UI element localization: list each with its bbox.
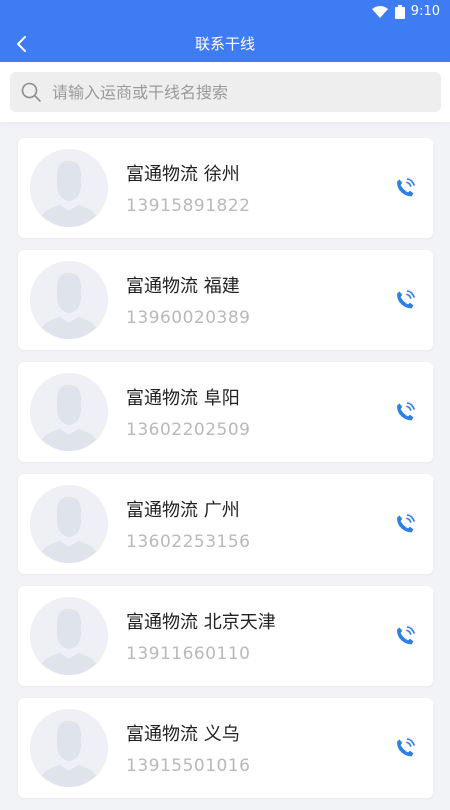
search-input[interactable] (50, 81, 414, 103)
contact-card[interactable]: 富通物流 徐州 13915891822 (18, 138, 433, 238)
contact-phone: 13915891822 (126, 196, 251, 216)
phone-icon (397, 290, 415, 309)
contact-card[interactable]: 富通物流 福建 13960020389 (18, 250, 433, 350)
contact-name: 富通物流 义乌 (126, 724, 240, 745)
nav-bar: 联系干线 (0, 26, 450, 62)
avatar (30, 485, 108, 563)
status-time: 9:10 (410, 4, 440, 19)
call-button[interactable] (391, 510, 419, 538)
contact-list: 富通物流 徐州 13915891822 富通物流 福建 13960020389 (18, 138, 433, 810)
search-bar (0, 62, 450, 122)
phone-icon (397, 626, 415, 645)
search-icon (21, 82, 41, 102)
contact-name: 富通物流 阜阳 (126, 388, 240, 409)
status-bar: 9:10 (0, 0, 450, 26)
call-button[interactable] (391, 174, 419, 202)
contact-card[interactable]: 富通物流 北京天津 13911660110 (18, 586, 433, 686)
phone-icon (397, 738, 415, 757)
page-title: 联系干线 (194, 35, 255, 53)
contact-phone: 13915501016 (126, 756, 251, 776)
contact-name: 富通物流 北京天津 (126, 612, 276, 633)
phone-icon (397, 178, 415, 197)
contact-phone: 13602253156 (126, 532, 251, 552)
battery-icon (394, 4, 405, 19)
contact-phone: 13911660110 (126, 644, 251, 664)
call-button[interactable] (391, 286, 419, 314)
wifi-icon (371, 5, 388, 18)
avatar (30, 597, 108, 675)
avatar (30, 149, 108, 227)
phone-icon (397, 514, 415, 533)
contact-card[interactable]: 富通物流 广州 13602253156 (18, 474, 433, 574)
user-avatar-icon (30, 485, 108, 563)
contact-phone: 13960020389 (126, 308, 251, 328)
phone-icon (397, 402, 415, 421)
contact-name: 富通物流 广州 (126, 500, 240, 521)
call-button[interactable] (391, 398, 419, 426)
contact-card[interactable]: 富通物流 义乌 13915501016 (18, 698, 433, 798)
search-box[interactable] (10, 72, 441, 112)
contact-name: 富通物流 福建 (126, 276, 240, 297)
user-avatar-icon (30, 149, 108, 227)
user-avatar-icon (30, 709, 108, 787)
app-header: 9:10 联系干线 (0, 0, 450, 62)
avatar (30, 261, 108, 339)
call-button[interactable] (391, 622, 419, 650)
user-avatar-icon (30, 261, 108, 339)
contact-name: 富通物流 徐州 (126, 164, 240, 185)
call-button[interactable] (391, 734, 419, 762)
avatar (30, 709, 108, 787)
contact-phone: 13602202509 (126, 420, 251, 440)
user-avatar-icon (30, 373, 108, 451)
user-avatar-icon (30, 597, 108, 675)
avatar (30, 373, 108, 451)
contact-card[interactable]: 富通物流 阜阳 13602202509 (18, 362, 433, 462)
